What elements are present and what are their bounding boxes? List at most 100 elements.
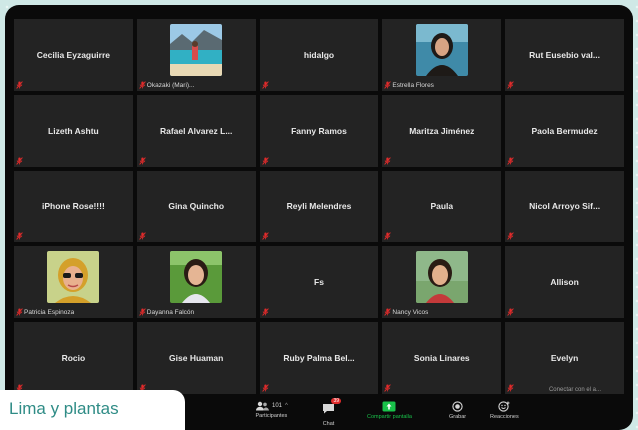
participant-tile[interactable]: Patricia Espinoza bbox=[14, 246, 133, 319]
participants-button[interactable]: 101 ^ Participantes bbox=[255, 401, 288, 419]
share-screen-label: Compartir pantalla bbox=[367, 414, 412, 420]
record-label: Grabar bbox=[449, 414, 467, 420]
caption-box: Lima y plantas bbox=[0, 390, 185, 430]
muted-mic-icon bbox=[507, 232, 514, 241]
participant-video bbox=[415, 23, 468, 76]
participant-name: Reyli Melendres bbox=[286, 201, 352, 212]
participant-tile[interactable]: Dayanna Falcón bbox=[136, 246, 256, 319]
muted-mic-icon bbox=[139, 81, 146, 89]
participant-tile[interactable]: Okazaki (Mari)... bbox=[136, 19, 256, 91]
participant-tile[interactable]: Fs bbox=[259, 246, 379, 319]
participant-name: Sonia Linares bbox=[413, 353, 470, 364]
participant-tile[interactable]: Ruby Palma Bel... bbox=[259, 322, 379, 394]
participant-name: Rafael Alvarez L... bbox=[159, 125, 233, 136]
participant-tile[interactable]: Rut Eusebio val... bbox=[505, 19, 624, 91]
participant-name: Rut Eusebio val... bbox=[529, 49, 601, 60]
reactions-icon bbox=[498, 401, 510, 412]
participant-tile[interactable]: Paola Bermudez bbox=[505, 94, 624, 167]
muted-mic-icon bbox=[507, 384, 514, 392]
participant-name: hidalgo bbox=[303, 49, 335, 60]
participant-tile[interactable]: Maritza Jiménez bbox=[382, 94, 502, 167]
participant-tile[interactable]: Gise Huaman bbox=[136, 322, 256, 394]
reactions-button[interactable]: Reacciones bbox=[490, 401, 519, 420]
muted-mic-icon bbox=[261, 232, 269, 241]
muted-mic-icon bbox=[139, 308, 146, 316]
participant-tile[interactable]: Nicol Arroyo Sif... bbox=[505, 170, 624, 243]
share-screen-icon bbox=[382, 401, 396, 412]
participant-name: Ruby Palma Bel... bbox=[283, 353, 355, 364]
chat-icon bbox=[323, 404, 334, 414]
participant-name: Evelyn bbox=[550, 353, 579, 364]
muted-mic-icon bbox=[16, 156, 23, 165]
muted-mic-icon bbox=[384, 308, 392, 316]
participant-tile[interactable]: Rocio bbox=[14, 322, 133, 394]
participant-tile[interactable]: Reyli Melendres bbox=[259, 170, 379, 243]
muted-mic-icon bbox=[16, 308, 23, 316]
participant-video bbox=[47, 251, 100, 304]
participant-name: Lizeth Ashtu bbox=[48, 125, 99, 136]
share-screen-button[interactable]: Compartir pantalla bbox=[367, 401, 412, 420]
participant-tile[interactable]: Gina Quincho bbox=[136, 170, 256, 243]
muted-mic-icon bbox=[139, 232, 146, 241]
participant-name: Fs bbox=[314, 277, 324, 288]
participant-tile[interactable]: Lizeth Ashtu bbox=[14, 94, 133, 167]
muted-mic-icon bbox=[384, 232, 392, 241]
muted-mic-icon bbox=[384, 156, 392, 165]
caption-text: Lima y plantas bbox=[9, 399, 119, 418]
participant-tile[interactable]: iPhone Rose!!!! bbox=[14, 170, 133, 243]
participant-name: Rocio bbox=[61, 353, 86, 364]
participant-name: Paola Bermudez bbox=[531, 125, 598, 136]
participant-name: Nicol Arroyo Sif... bbox=[529, 201, 601, 212]
participant-tile[interactable]: Rafael Alvarez L... bbox=[136, 94, 256, 167]
participant-label: Dayanna Falcón bbox=[146, 309, 195, 317]
participant-tile[interactable]: Cecilia Eyzaguirre bbox=[14, 19, 133, 91]
participants-label: Participantes bbox=[255, 413, 288, 419]
participant-label: Okazaki (Mari)... bbox=[146, 81, 195, 89]
participant-name: Gise Huaman bbox=[169, 353, 224, 364]
chat-badge: 39 bbox=[331, 398, 341, 404]
participant-name: Fanny Ramos bbox=[291, 125, 347, 136]
participants-icon bbox=[256, 401, 269, 411]
participant-name: iPhone Rose!!!! bbox=[41, 201, 105, 212]
muted-mic-icon bbox=[507, 81, 514, 89]
muted-mic-icon bbox=[261, 308, 269, 316]
participant-name: Maritza Jiménez bbox=[409, 125, 475, 136]
muted-mic-icon bbox=[261, 156, 269, 165]
hover-caption: Conectar con el a... bbox=[548, 387, 601, 393]
muted-mic-icon bbox=[261, 81, 269, 89]
muted-mic-icon bbox=[16, 232, 23, 241]
participant-tile[interactable]: Allison bbox=[505, 246, 624, 319]
muted-mic-icon bbox=[139, 156, 146, 165]
participant-label: Nancy Vicos bbox=[392, 309, 429, 317]
participant-video bbox=[170, 251, 223, 304]
record-icon bbox=[452, 401, 463, 412]
participant-tile[interactable]: Paula bbox=[382, 170, 502, 243]
reactions-label: Reacciones bbox=[490, 414, 519, 420]
chat-button[interactable]: 39 Chat bbox=[322, 398, 341, 427]
participant-tile[interactable]: Evelyn bbox=[505, 322, 624, 394]
caret-up-icon[interactable]: ^ bbox=[285, 403, 288, 409]
muted-mic-icon bbox=[507, 308, 514, 316]
muted-mic-icon bbox=[384, 384, 392, 392]
muted-mic-icon bbox=[384, 81, 392, 89]
participant-tile[interactable]: Fanny Ramos bbox=[259, 94, 379, 167]
participant-tile[interactable]: Nancy Vicos bbox=[382, 246, 502, 319]
chat-label: Chat bbox=[322, 421, 335, 427]
participant-video bbox=[170, 23, 223, 76]
participant-name: Gina Quincho bbox=[168, 201, 225, 212]
zoom-meeting-window: Cecilia Eyzaguirre Okazaki (Mari)... hidal… bbox=[5, 5, 633, 430]
muted-mic-icon bbox=[16, 81, 23, 89]
participant-name: Cecilia Eyzaguirre bbox=[36, 49, 111, 60]
participant-tile[interactable]: Estrella Flores bbox=[382, 19, 502, 91]
participant-video bbox=[415, 251, 468, 304]
participants-count: 101 bbox=[272, 403, 283, 409]
muted-mic-icon bbox=[507, 156, 514, 165]
participant-tile[interactable]: Sonia Linares bbox=[382, 322, 502, 394]
participant-tile[interactable]: hidalgo bbox=[259, 19, 379, 91]
participant-name: Paula bbox=[430, 201, 454, 212]
participant-name: Allison bbox=[550, 277, 579, 288]
participant-label: Patricia Espinoza bbox=[24, 309, 75, 317]
participant-label: Estrella Flores bbox=[392, 81, 434, 89]
gallery-view: Cecilia Eyzaguirre Okazaki (Mari)... hidal… bbox=[14, 19, 624, 394]
record-button[interactable]: Grabar bbox=[449, 401, 466, 420]
